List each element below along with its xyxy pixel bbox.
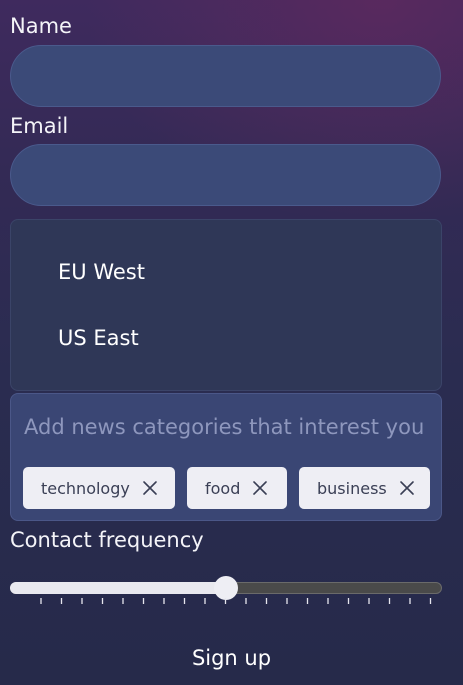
contact-frequency-label: Contact frequency [10,528,204,552]
name-input[interactable] [10,45,441,107]
tag-label: business [317,478,387,498]
slider-ticks [40,598,432,604]
email-input[interactable] [10,144,441,206]
region-listbox[interactable]: EU West US East [10,219,442,391]
close-icon[interactable] [252,480,268,496]
tag-label: food [205,478,241,498]
name-label: Name [10,14,72,38]
tag-chip: business [299,467,430,509]
email-label: Email [10,114,69,138]
close-icon[interactable] [399,480,415,496]
tag-label: technology [41,478,130,498]
categories-input[interactable] [24,410,434,444]
tag-chip: technology [23,467,175,509]
close-icon[interactable] [142,480,158,496]
categories-tag-input: technology food business [10,393,442,521]
slider-fill [10,582,226,594]
region-option[interactable]: EU West [58,260,145,284]
tag-chip: food [187,467,287,509]
sign-up-button[interactable]: Sign up [0,640,463,676]
region-option[interactable]: US East [58,326,139,350]
